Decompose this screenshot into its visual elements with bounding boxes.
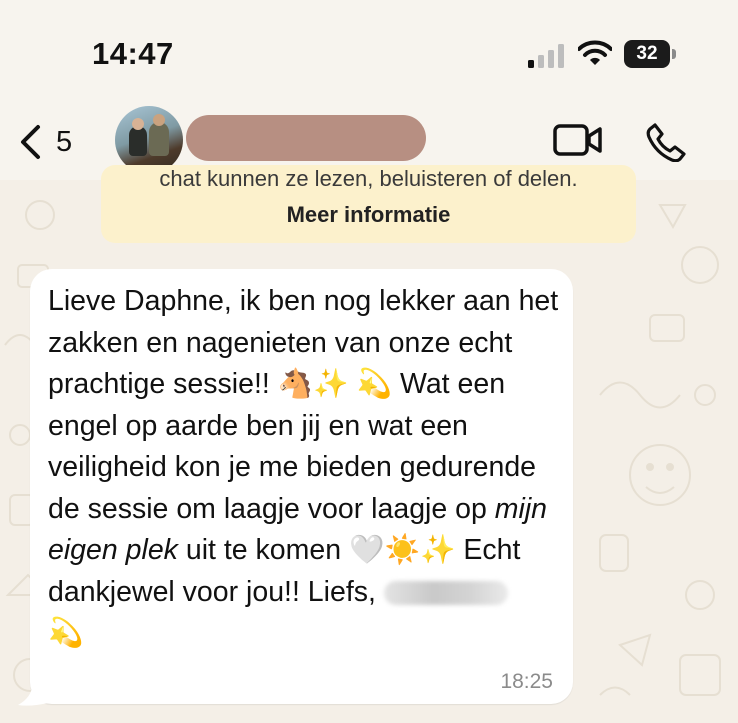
cellular-signal-icon bbox=[528, 44, 564, 68]
battery-icon: 32 bbox=[624, 40, 676, 68]
message-timestamp: 18:25 bbox=[500, 670, 553, 693]
encryption-notice: chat kunnen ze lezen, beluisteren of del… bbox=[101, 165, 636, 243]
phone-call-icon[interactable] bbox=[646, 122, 686, 162]
video-call-icon[interactable] bbox=[553, 122, 603, 158]
contact-avatar[interactable] bbox=[115, 106, 183, 174]
message-text-part: 💫 bbox=[48, 617, 84, 649]
encryption-notice-text: chat kunnen ze lezen, beluisteren of del… bbox=[159, 166, 578, 191]
more-info-link[interactable]: Meer informatie bbox=[101, 202, 636, 228]
battery-level: 32 bbox=[624, 40, 670, 68]
message-text: Lieve Daphne, ik ben nog lekker aan het … bbox=[48, 281, 563, 655]
message-text-part: Lieve Daphne, ik ben nog lekker aan het … bbox=[48, 285, 559, 525]
status-bar: 14:47 32 bbox=[0, 0, 738, 100]
redacted-signature bbox=[383, 580, 508, 605]
bubble-tail bbox=[18, 685, 48, 706]
incoming-message-bubble[interactable]: Lieve Daphne, ik ben nog lekker aan het … bbox=[30, 269, 573, 704]
status-time: 14:47 bbox=[92, 36, 174, 71]
wifi-icon bbox=[578, 40, 612, 65]
redacted-contact-name[interactable] bbox=[186, 115, 426, 161]
back-chevron-icon[interactable] bbox=[18, 124, 42, 160]
unread-count[interactable]: 5 bbox=[56, 126, 72, 159]
